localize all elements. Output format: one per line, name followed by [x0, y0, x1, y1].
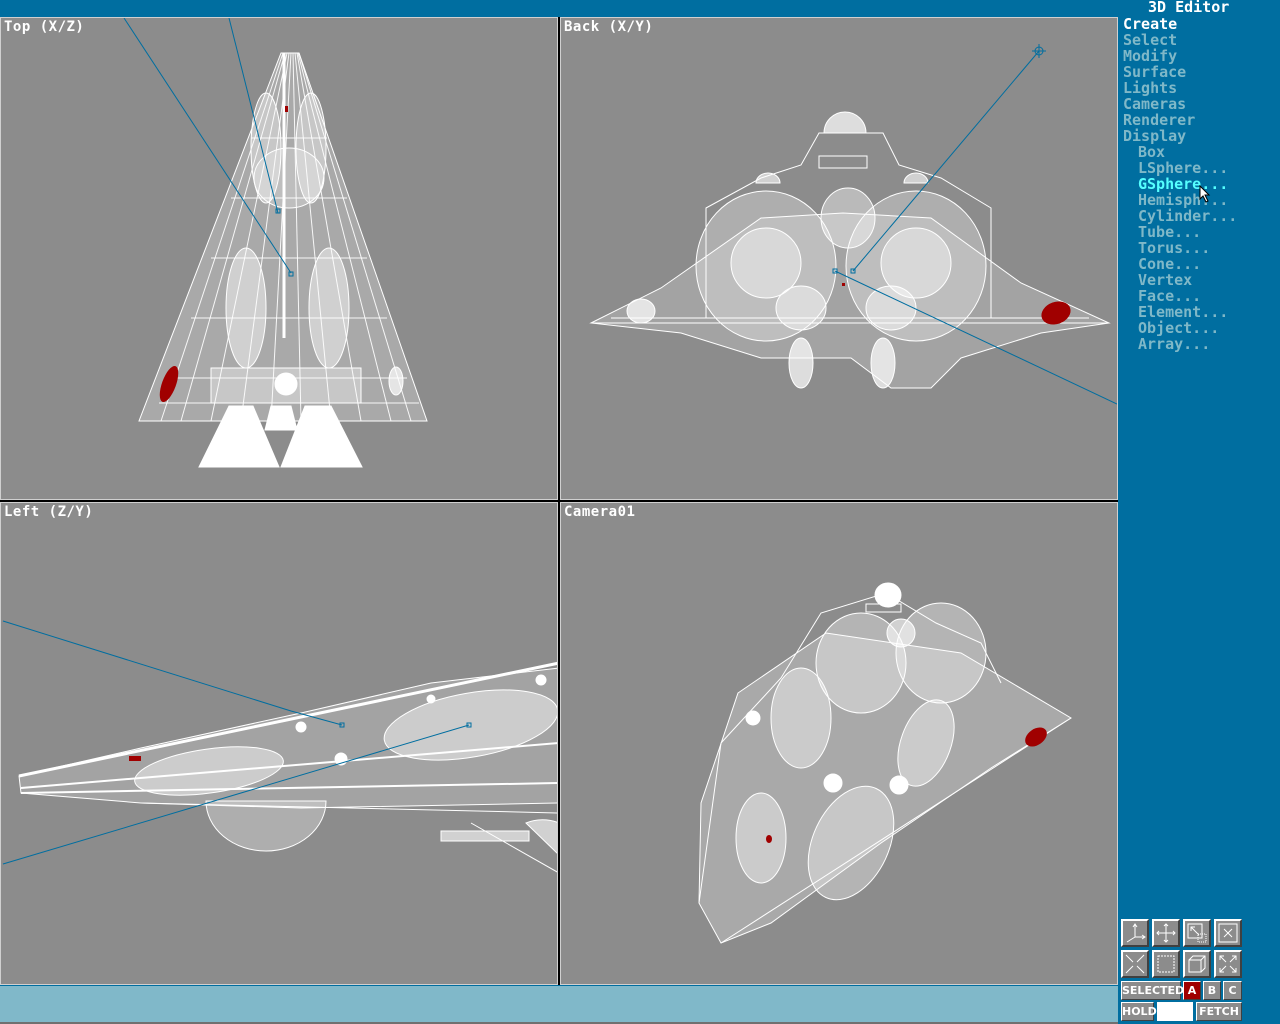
submenu-item-cone[interactable]: Cone... [1123, 256, 1237, 272]
submenu-item-object[interactable]: Object... [1123, 320, 1237, 336]
mouse-cursor-icon [1199, 185, 1211, 203]
menu-item-cameras[interactable]: Cameras [1123, 96, 1237, 112]
submenu-item-hemisph[interactable]: Hemisph... [1123, 192, 1237, 208]
zoom-out-button[interactable] [1214, 950, 1242, 978]
menu-item-select[interactable]: Select [1123, 32, 1237, 48]
back-view-wireframe [589, 44, 1117, 405]
pan-button[interactable] [1152, 919, 1180, 947]
zoom-in-button[interactable] [1121, 950, 1149, 978]
submenu-item-array[interactable]: Array... [1123, 336, 1237, 352]
submenu-item-lsphere[interactable]: LSphere... [1123, 160, 1237, 176]
viewport-back[interactable]: Back (X/Y) [560, 17, 1118, 500]
panel-title: 3D Editor [1148, 0, 1230, 16]
user-view-button[interactable] [1183, 950, 1211, 978]
zoom-extents-icon [1218, 923, 1238, 943]
viewport-top[interactable]: Top (X/Z) [0, 17, 558, 500]
submenu-item-tube[interactable]: Tube... [1123, 224, 1237, 240]
submenu-item-gsphere[interactable]: GSphere... [1123, 176, 1237, 192]
region-zoom-button[interactable] [1152, 950, 1180, 978]
zoom-out-icon [1219, 955, 1237, 973]
submenu-item-cylinder[interactable]: Cylinder... [1123, 208, 1237, 224]
submenu-item-element[interactable]: Element... [1123, 304, 1237, 320]
zoom-extents-button[interactable] [1214, 919, 1242, 947]
viewport-label: Left (Z/Y) [4, 504, 94, 520]
viewport-left[interactable]: Left (Z/Y) [0, 502, 558, 985]
fetch-button[interactable]: FETCH [1196, 1002, 1242, 1021]
selection-set-c-button[interactable]: C [1223, 981, 1242, 1000]
hold-status-field [1157, 1002, 1193, 1021]
status-bar [0, 986, 1118, 1024]
left-view-wireframe [2, 620, 557, 873]
region-zoom-icon [1157, 955, 1175, 973]
selected-object-marker [129, 756, 141, 761]
selected-button[interactable]: SELECTED [1121, 981, 1184, 1000]
viewport-label: Back (X/Y) [564, 19, 654, 35]
user-view-icon [1188, 955, 1206, 973]
submenu-item-vertex[interactable]: Vertex [1123, 272, 1237, 288]
side-panel: 3D Editor Create Select Modify Surface L… [1118, 0, 1280, 1024]
hold-button[interactable]: HOLD [1121, 1002, 1157, 1021]
zoom-window-icon [1187, 923, 1207, 943]
camera-view-wireframe [698, 582, 1072, 944]
axis-constraint-button[interactable] [1121, 919, 1149, 947]
menu-item-lights[interactable]: Lights [1123, 80, 1237, 96]
menu-item-create[interactable]: Create [1123, 16, 1237, 32]
command-menu: Create Select Modify Surface Lights Came… [1123, 16, 1237, 352]
pan-icon [1156, 923, 1176, 943]
menu-item-display[interactable]: Display [1123, 128, 1237, 144]
menu-item-modify[interactable]: Modify [1123, 48, 1237, 64]
viewport-label: Top (X/Z) [4, 19, 85, 35]
viewport-camera[interactable]: Camera01 [560, 502, 1118, 985]
top-bar [0, 0, 1118, 17]
submenu-item-torus[interactable]: Torus... [1123, 240, 1237, 256]
menu-item-surface[interactable]: Surface [1123, 64, 1237, 80]
axis-constraint-icon [1126, 923, 1146, 943]
submenu-item-face[interactable]: Face... [1123, 288, 1237, 304]
viewport-area: Top (X/Z) Back (X/Y) Left (Z/Y) Camera01 [0, 17, 1118, 985]
selection-set-a-button[interactable]: A [1183, 981, 1201, 1000]
top-view-wireframe [123, 18, 428, 468]
submenu-item-box[interactable]: Box [1123, 144, 1237, 160]
viewport-label: Camera01 [564, 504, 636, 520]
zoom-in-icon [1125, 954, 1145, 974]
zoom-window-button[interactable] [1183, 919, 1211, 947]
menu-item-renderer[interactable]: Renderer [1123, 112, 1237, 128]
selection-set-b-button[interactable]: B [1203, 981, 1221, 1000]
